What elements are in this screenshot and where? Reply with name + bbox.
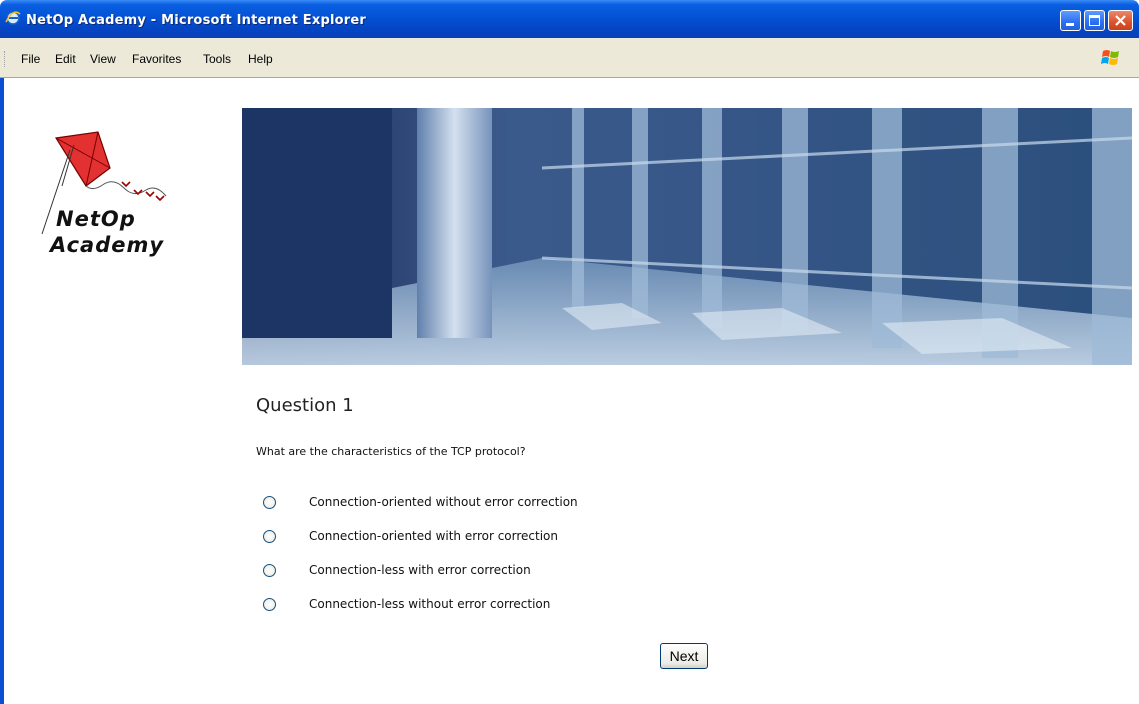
- menu-file[interactable]: File: [21, 52, 40, 66]
- radio-button[interactable]: [263, 496, 276, 509]
- banner-image: [242, 108, 1132, 365]
- maximize-button[interactable]: [1084, 10, 1105, 31]
- window-frame-left: [0, 78, 4, 704]
- radio-button[interactable]: [263, 564, 276, 577]
- answer-label[interactable]: Connection-less without error correction: [309, 597, 550, 611]
- close-icon: [1115, 15, 1126, 26]
- title-bar: NetOp Academy - Microsoft Internet Explo…: [0, 0, 1139, 38]
- menu-help[interactable]: Help: [248, 52, 273, 66]
- menu-view[interactable]: View: [90, 52, 116, 66]
- logo-text-netop: NetOp: [56, 207, 136, 231]
- maximize-icon: [1089, 15, 1100, 26]
- answer-option[interactable]: Connection-oriented with error correctio…: [263, 528, 663, 548]
- question-text: What are the characteristics of the TCP …: [256, 445, 526, 458]
- radio-button[interactable]: [263, 530, 276, 543]
- question-title: Question 1: [256, 395, 354, 416]
- windows-logo-icon: [1101, 50, 1119, 65]
- internet-explorer-icon: [5, 11, 21, 25]
- toolbar-grip[interactable]: [4, 51, 8, 67]
- menu-tools[interactable]: Tools: [203, 52, 231, 66]
- answer-label[interactable]: Connection-oriented with error correctio…: [309, 529, 558, 543]
- menu-favorites[interactable]: Favorites: [132, 52, 181, 66]
- logo-text-academy: Academy: [50, 233, 165, 257]
- radio-button[interactable]: [263, 598, 276, 611]
- minimize-icon: [1066, 23, 1074, 26]
- close-button[interactable]: [1108, 10, 1133, 31]
- next-button[interactable]: Next: [660, 643, 708, 669]
- menu-bar: File Edit View Favorites Tools Help: [0, 38, 1139, 78]
- menu-edit[interactable]: Edit: [55, 52, 76, 66]
- answer-option[interactable]: Connection-oriented without error correc…: [263, 494, 663, 514]
- answer-option[interactable]: Connection-less without error correction: [263, 596, 663, 616]
- window-title: NetOp Academy - Microsoft Internet Explo…: [26, 13, 366, 28]
- answer-option[interactable]: Connection-less with error correction: [263, 562, 663, 582]
- minimize-button[interactable]: [1060, 10, 1081, 31]
- answer-label[interactable]: Connection-oriented without error correc…: [309, 495, 578, 509]
- answer-label[interactable]: Connection-less with error correction: [309, 563, 531, 577]
